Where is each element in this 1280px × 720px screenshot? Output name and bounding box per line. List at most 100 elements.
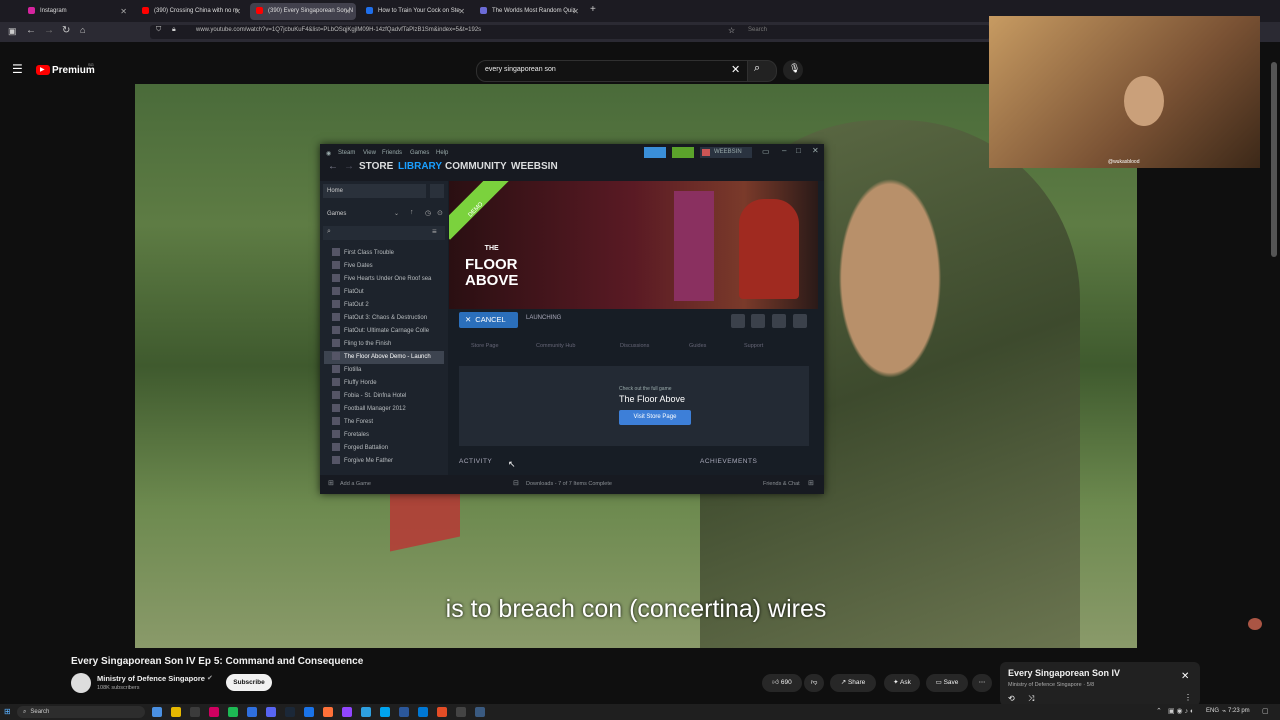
taskbar-app-icon[interactable]: [209, 707, 219, 717]
friends-icon[interactable]: ⊞: [808, 479, 814, 487]
filter-icon[interactable]: ≡: [432, 227, 437, 236]
nav-store[interactable]: STORE: [359, 161, 393, 172]
nav-community[interactable]: COMMUNITY: [445, 161, 507, 172]
twitch-icon[interactable]: [342, 707, 352, 717]
reload-icon[interactable]: ↻: [62, 25, 70, 36]
home-icon[interactable]: ⌂: [80, 25, 85, 35]
game-list-item[interactable]: The Floor Above Demo - Launch: [324, 351, 444, 364]
shuffle-icon[interactable]: ⤨: [1028, 694, 1034, 704]
game-list-item[interactable]: The Forest: [324, 416, 444, 429]
clear-search-icon[interactable]: ✕: [731, 63, 740, 76]
subscribe-button[interactable]: Subscribe: [226, 674, 272, 691]
share-button[interactable]: ↗ Share: [830, 674, 876, 692]
close-icon[interactable]: ✕: [572, 3, 579, 20]
favorite-heart-icon[interactable]: [793, 314, 807, 328]
menu-steam[interactable]: Steam: [338, 150, 355, 156]
game-list-item[interactable]: First Class Trouble: [324, 247, 444, 260]
tab-crossing-china[interactable]: (390) Crossing China with no m ✕: [136, 3, 246, 20]
link-discussions[interactable]: Discussions: [620, 343, 649, 349]
menu-games[interactable]: Games: [410, 150, 429, 156]
taskbar-search[interactable]: ⌕ Search: [17, 706, 145, 718]
game-list-item[interactable]: Foretales: [324, 429, 444, 442]
taskbar-app-icon[interactable]: [304, 707, 314, 717]
spotify-icon[interactable]: [228, 707, 238, 717]
back-icon[interactable]: ←: [26, 25, 36, 36]
obs-icon[interactable]: [456, 707, 466, 717]
tray-chevron-icon[interactable]: ⌃: [1156, 707, 1162, 715]
channel-name[interactable]: Ministry of Defence Singapore: [97, 674, 205, 683]
menu-friends[interactable]: Friends: [382, 150, 402, 156]
settings-icon[interactable]: [731, 314, 745, 328]
add-icon[interactable]: ⊞: [328, 479, 334, 487]
shield-icon[interactable]: ⛉: [156, 26, 161, 34]
game-list-item[interactable]: Forged Battalion: [324, 442, 444, 455]
game-list-item[interactable]: Fluffy Horde: [324, 377, 444, 390]
more-actions-button[interactable]: ⋯: [972, 674, 992, 692]
clock-icon[interactable]: ◷: [425, 209, 431, 217]
game-list-item[interactable]: Fobia - St. Dinfna Hotel: [324, 390, 444, 403]
taskbar-app-icon[interactable]: [247, 707, 257, 717]
chevron-down-icon[interactable]: ⌄: [394, 210, 399, 217]
minimize-window-icon[interactable]: –: [782, 146, 786, 155]
menu-help[interactable]: Help: [436, 150, 448, 156]
game-list-item[interactable]: Five Dates: [324, 260, 444, 273]
play-icon[interactable]: ⊙: [437, 209, 443, 217]
maximize-icon[interactable]: □: [796, 146, 801, 155]
channel-avatar[interactable]: [71, 673, 91, 693]
steam-back-icon[interactable]: ←: [328, 161, 338, 172]
playlist-title[interactable]: Every Singaporean Son IV: [1008, 668, 1120, 678]
ask-button[interactable]: ✦ Ask: [884, 674, 920, 692]
cancel-button[interactable]: ✕ CANCEL: [459, 312, 518, 328]
taskbar-app-icon[interactable]: [437, 707, 447, 717]
youtube-search-query[interactable]: every singaporean son: [485, 66, 556, 73]
loop-icon[interactable]: ⟲: [1008, 694, 1015, 703]
page-scrollbar[interactable]: [1271, 62, 1277, 257]
close-icon[interactable]: ✕: [344, 3, 351, 20]
game-list-item[interactable]: Fling to the Finish: [324, 338, 444, 351]
tab-every-singaporean-son[interactable]: (390) Every Singaporean Son N ✕: [250, 3, 356, 20]
add-game-button[interactable]: Add a Game: [340, 481, 371, 487]
tab-steam[interactable]: How to Train Your Cock on Ste ✕: [360, 3, 470, 20]
game-list-item[interactable]: FlatOut 2: [324, 299, 444, 312]
browser-search-input[interactable]: Search: [748, 27, 767, 33]
controller-icon[interactable]: [751, 314, 765, 328]
bookmark-star-icon[interactable]: ☆: [728, 26, 735, 35]
tab-instagram[interactable]: Instagram ✕: [22, 3, 132, 20]
visit-store-button[interactable]: Visit Store Page: [619, 410, 691, 425]
close-icon[interactable]: ✕: [234, 3, 241, 20]
library-search-input[interactable]: [323, 226, 445, 240]
firefox-icon[interactable]: [323, 707, 333, 717]
language-indicator[interactable]: ENG: [1206, 708, 1219, 714]
link-community-hub[interactable]: Community Hub: [536, 343, 575, 349]
link-guides[interactable]: Guides: [689, 343, 706, 349]
like-button[interactable]: 👍︎ 690: [762, 674, 802, 692]
info-icon[interactable]: [772, 314, 786, 328]
sidebar-icon[interactable]: ▣: [8, 26, 17, 37]
playlist-more-icon[interactable]: ⋮: [1184, 693, 1192, 702]
close-icon[interactable]: ✕: [458, 3, 465, 20]
game-list-item[interactable]: Football Manager 2012: [324, 403, 444, 416]
game-list-item[interactable]: Five Hearts Under One Roof sea: [324, 273, 444, 286]
taskbar-app-icon[interactable]: [399, 707, 409, 717]
friends-chat-button[interactable]: Friends & Chat: [763, 481, 800, 487]
discord-icon[interactable]: [266, 707, 276, 717]
steam-forward-icon[interactable]: →: [344, 161, 354, 172]
dislike-button[interactable]: 👎︎: [804, 674, 824, 692]
link-support[interactable]: Support: [744, 343, 763, 349]
file-explorer-icon[interactable]: [171, 707, 181, 717]
new-tab-button[interactable]: +: [590, 4, 596, 15]
minimize-icon[interactable]: ▭: [762, 147, 770, 156]
save-button[interactable]: ▭ Save: [926, 674, 968, 692]
taskbar-app-icon[interactable]: [190, 707, 200, 717]
notification-icon[interactable]: ▢: [1262, 707, 1269, 715]
menu-icon[interactable]: ☰: [12, 62, 23, 76]
menu-view[interactable]: View: [363, 150, 376, 156]
close-icon[interactable]: ✕: [812, 146, 819, 155]
games-filter-label[interactable]: Games: [327, 211, 346, 217]
network-icon[interactable]: ⌁: [1222, 707, 1226, 715]
game-list-item[interactable]: FlatOut: [324, 286, 444, 299]
tab-quiz[interactable]: The Worlds Most Random Quiz ✕: [474, 3, 584, 20]
notifications-button[interactable]: [672, 147, 694, 158]
close-playlist-icon[interactable]: ✕: [1181, 671, 1189, 682]
game-list-item[interactable]: Flotilla: [324, 364, 444, 377]
